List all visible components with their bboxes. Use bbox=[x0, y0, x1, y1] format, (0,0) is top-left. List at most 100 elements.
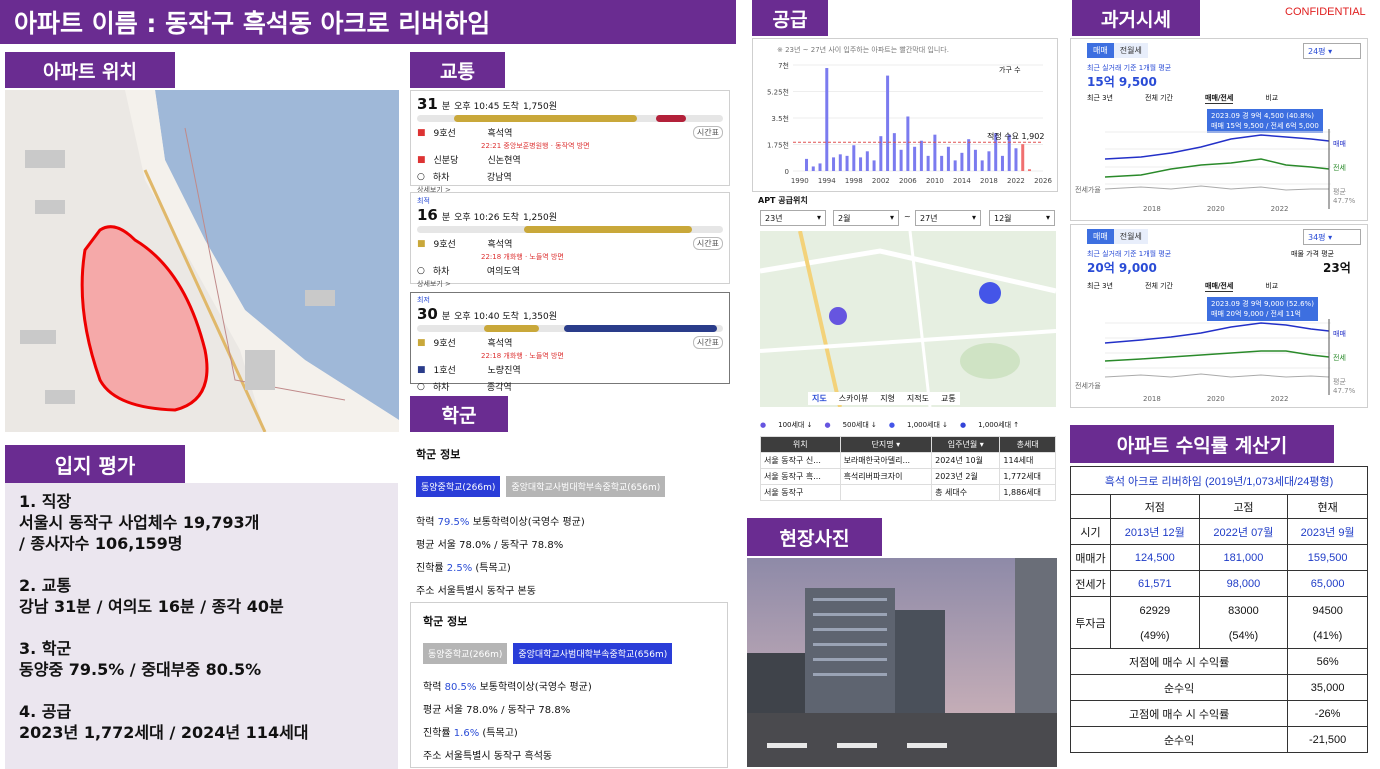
roi-row-label: 투자금 bbox=[1070, 596, 1111, 649]
table-row: 서울 동작구 신... 보라매한국아델리... 2024년 10월 114세대 bbox=[760, 452, 1056, 469]
rate-value: 80.5% bbox=[444, 682, 477, 693]
col-move-in[interactable]: 입주년월 ▾ bbox=[931, 436, 1001, 453]
school-chip-dongyang[interactable]: 동양중학교(266m) bbox=[416, 476, 501, 497]
map-tab-transit[interactable]: 교통 bbox=[941, 393, 956, 404]
route-step: ■ 1호선 노량진역 bbox=[411, 361, 729, 378]
route-step: ○ 하차 강남역 bbox=[411, 168, 729, 185]
col-complex[interactable]: 단지명 ▾ bbox=[839, 436, 933, 453]
section-supply: 공급 bbox=[752, 0, 828, 36]
walk-icon: ○ bbox=[417, 171, 425, 182]
roi-cell: 181,000 bbox=[1198, 544, 1289, 571]
supply-map[interactable] bbox=[760, 231, 1056, 407]
timetable-button[interactable]: 시간표 bbox=[692, 237, 723, 250]
timetable-button[interactable]: 시간표 bbox=[692, 336, 723, 349]
x-tick-label: 1994 bbox=[818, 177, 836, 185]
map-legend: ● 100세대 ↓ ● 500세대 ↓ ● 1,000세대 ↓ ● 1,000세대 ↑ bbox=[760, 420, 1019, 430]
filter-end-year[interactable]: 27년 ▾ bbox=[915, 210, 981, 226]
x-tick-label: 2026 bbox=[1034, 177, 1052, 185]
map-tab-cadastral[interactable]: 지적도 bbox=[907, 393, 929, 404]
eval-item-school: 3. 학군 동양중 79.5% / 중대부중 80.5% bbox=[19, 638, 384, 680]
route-station: 노량진역 bbox=[487, 366, 521, 376]
supply-bar-chart: 0 1.75천 3.5천 5.25천 7천 1990 1994 1998 2002 2006 201… bbox=[767, 61, 1052, 185]
roi-summary-label: 고점에 매수 시 수익률 bbox=[1069, 700, 1289, 727]
roi-cell: 62929 bbox=[1110, 596, 1200, 625]
subway-icon: ■ bbox=[417, 337, 426, 348]
location-map[interactable] bbox=[5, 90, 399, 432]
map-tab-terrain[interactable]: 지형 bbox=[880, 393, 895, 404]
supply-bar bbox=[852, 145, 856, 171]
route-unit: 분 bbox=[441, 102, 451, 112]
legend-rent: 전세 bbox=[1333, 164, 1346, 172]
eval-head: 4. 공급 bbox=[19, 702, 72, 721]
filter-start-year[interactable]: 23년 ▾ bbox=[760, 210, 826, 226]
year-tick: 2022 bbox=[1270, 205, 1289, 213]
route-fare: 1,250원 bbox=[522, 213, 557, 223]
map-tab-map[interactable]: 지도 bbox=[812, 393, 827, 404]
route-station: 강남역 bbox=[486, 173, 512, 183]
school-chip-dongyang[interactable]: 동양중학교(266m) bbox=[423, 643, 508, 664]
route-fare: 1,750원 bbox=[522, 102, 557, 112]
rate-axis-label: 전세가율 bbox=[1075, 186, 1101, 194]
supply-chart-panel: ※ 23년 ~ 27년 사이 입주하는 아파트는 빨간막대 입니다. 가구 수 … bbox=[752, 38, 1058, 192]
legend-label: 1,000세대 ↑ bbox=[978, 421, 1020, 429]
x-tick-label: 2022 bbox=[1007, 177, 1025, 185]
legend-rent: 전세 bbox=[1333, 354, 1346, 362]
eval-panel: 1. 직장 서울시 동작구 사업체수 19,793개 / 종사자수 106,15… bbox=[5, 483, 398, 769]
legend-label: 1,000세대 ↓ bbox=[907, 421, 949, 429]
route-station: 여의도역 bbox=[486, 267, 520, 277]
route-detail-link[interactable]: 상세보기 > bbox=[411, 279, 729, 289]
route-station: 신논현역 bbox=[487, 156, 521, 166]
route-card-3[interactable]: 최저 30 분 오후 10:40 도착 1,350원 ■ 9호선 흑석역 시간표 22:18… bbox=[410, 292, 730, 404]
roi-summary-label: 순수익 bbox=[1069, 726, 1289, 753]
chevron-down-icon: ▾ bbox=[971, 213, 976, 222]
legend-label: 100세대 ↓ bbox=[778, 421, 813, 429]
roi-header bbox=[1070, 494, 1111, 519]
supply-bar bbox=[1000, 155, 1004, 171]
roi-row-label: 전세가 bbox=[1070, 570, 1111, 597]
section-transit: 교통 bbox=[410, 52, 505, 88]
filter-end-month[interactable]: 12월 ▾ bbox=[989, 210, 1055, 226]
route-line: 하차 bbox=[432, 267, 450, 277]
route-card-1[interactable]: 31 분 오후 10:45 도착 1,750원 ■ 9호선 흑석역 시간표 22:21 중앙… bbox=[410, 90, 730, 194]
route-unit: 분 bbox=[441, 213, 451, 223]
route-station: 흑석역 bbox=[487, 129, 513, 139]
table-cell: 114세대 bbox=[999, 452, 1056, 469]
col-location[interactable]: 위치 bbox=[760, 436, 841, 453]
route-label: 최저 bbox=[417, 296, 430, 304]
x-tick-label: 2018 bbox=[980, 177, 998, 185]
filter-start-month[interactable]: 2월 ▾ bbox=[833, 210, 899, 226]
table-cell: 서울 동작구 신... bbox=[760, 452, 841, 469]
school-chip-cau[interactable]: 중앙대학교사범대학부속중학교(656m) bbox=[513, 643, 673, 664]
map-tab-skyview[interactable]: 스카이뷰 bbox=[839, 393, 868, 404]
school-panel-2: 학군 정보 동양중학교(266m) 중앙대학교사범대학부속중학교(656m) 학… bbox=[410, 602, 728, 768]
route-line: 하차 bbox=[432, 173, 450, 183]
table-cell bbox=[839, 484, 933, 501]
avg-row: 평균 서울 78.0% / 동작구 78.8% bbox=[416, 540, 564, 551]
route-line: 하차 bbox=[432, 383, 450, 393]
section-photo: 현장사진 bbox=[747, 518, 882, 556]
adv-value: 1.6% bbox=[453, 728, 480, 739]
x-tick-label: 2002 bbox=[872, 177, 890, 185]
timetable-button[interactable]: 시간표 bbox=[692, 126, 723, 139]
supply-bar bbox=[913, 146, 917, 171]
adv-row: 진학률 1.6% (특목고) bbox=[423, 724, 727, 739]
school-panel-1: 학군 정보 동양중학교(266m) 중앙대학교사범대학부속중학교(656m) 학… bbox=[410, 434, 728, 600]
supply-bar bbox=[845, 155, 849, 171]
supply-avg-label: 적정 수요 1,902 bbox=[987, 132, 1045, 141]
eval-line: 서울시 동작구 사업체수 19,793개 bbox=[19, 513, 260, 532]
route-step: ■ 9호선 흑석역 시간표 bbox=[411, 334, 729, 351]
route-card-2[interactable]: 최적 16 분 오후 10:26 도착 1,250원 ■ 9호선 흑석역 시간표 22:18… bbox=[410, 192, 730, 288]
subway-icon: ■ bbox=[417, 364, 426, 375]
col-households[interactable]: 총세대 bbox=[999, 436, 1056, 453]
eval-item-supply: 4. 공급 2023년 1,772세대 / 2024년 114세대 bbox=[19, 701, 384, 743]
roi-summary-value: -26% bbox=[1287, 700, 1368, 727]
roi-cell: 124,500 bbox=[1110, 544, 1200, 571]
roi-cell: 2013년 12월 bbox=[1110, 518, 1200, 545]
roi-header-current: 현재 bbox=[1287, 494, 1368, 519]
route-sub: 22:18 개화행 · 노들역 방면 bbox=[481, 253, 564, 261]
route-step: ■ 신분당 신논현역 bbox=[411, 151, 729, 168]
route-arrival: 오후 10:40 도착 bbox=[454, 312, 519, 322]
route-arrival: 오후 10:26 도착 bbox=[454, 213, 519, 223]
school-chip-cau[interactable]: 중앙대학교사범대학부속중학교(656m) bbox=[506, 476, 666, 497]
page-title: 아파트 이름 : 동작구 흑석동 아크로 리버하임 bbox=[0, 0, 736, 44]
